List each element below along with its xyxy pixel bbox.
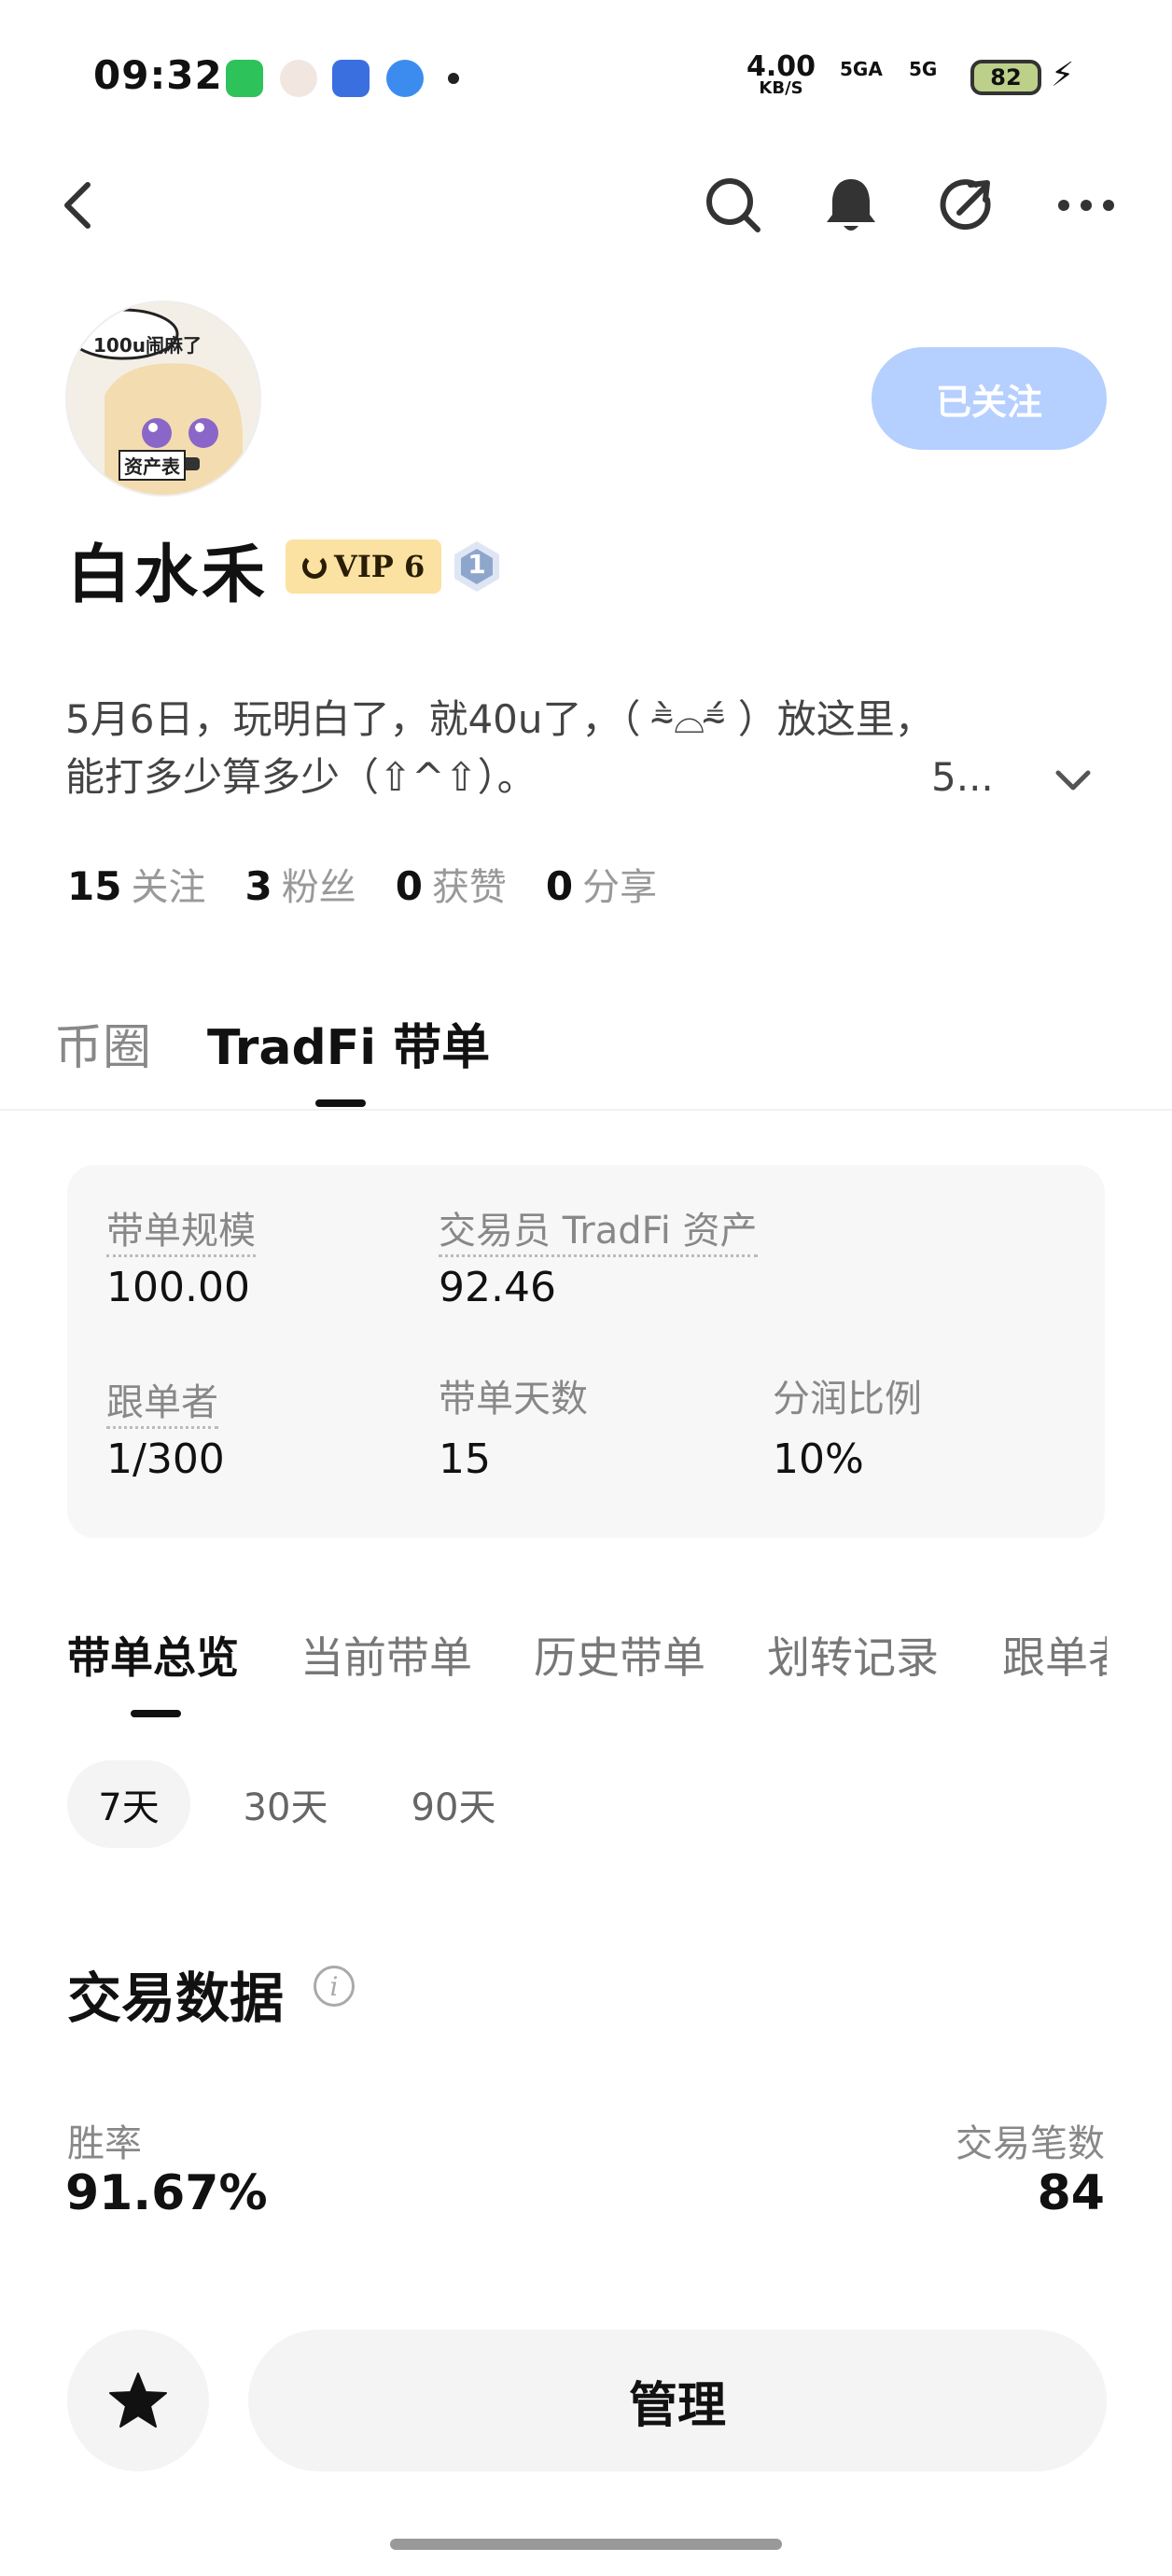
profit-share-label: 分润比例 [773,1378,922,1421]
bio-line-2: 能打多少算多少（⇧^⇧）。 5... [65,754,994,800]
divider [0,1109,1172,1111]
followers-label[interactable]: 跟单者 [106,1379,218,1429]
bio: 5月6日，玩明白了，就40u了，（ ⁼̴̀⌓⁼̴́ ）放这里， 能打多少算多少（… [65,691,1073,806]
win-rate-label: 胜率 [67,2122,142,2165]
vip-badge[interactable]: VIP 6 [286,539,442,594]
username: 白水禾 [67,539,270,612]
avatar[interactable]: 100u闹麻了 资产表 [65,301,261,497]
period-30d[interactable]: 30天 [220,1760,351,1848]
favorite-button[interactable] [67,2330,209,2471]
avatar-caption: 100u闹麻了 [93,334,202,357]
section-title: 交易数据 [67,1967,285,2030]
period-90d[interactable]: 90天 [388,1760,519,1848]
tab-indicator [315,1099,366,1107]
wechat-icon [226,60,263,97]
share-icon[interactable] [939,175,998,235]
search-icon[interactable] [704,175,763,235]
stat-likes[interactable]: 0 获赞 [396,857,507,911]
stat-followers[interactable]: 3 粉丝 [244,857,356,911]
avatar-sign: 资产表 [119,450,186,481]
app-notification-icon [332,60,370,97]
win-rate-value: 91.67% [65,2165,268,2221]
subtab-history[interactable]: 历史带单 [534,1624,705,1686]
assets-label[interactable]: 交易员 TradFi 资产 [439,1208,758,1257]
more-icon[interactable] [1056,175,1116,235]
stat-following[interactable]: 15 关注 [67,857,205,911]
subtab-overview[interactable]: 带单总览 [67,1624,239,1686]
days-value: 15 [439,1435,491,1483]
info-icon[interactable]: i [314,1966,355,2007]
summary-card: 带单规模 100.00 交易员 TradFi 资产 92.46 跟单者 1/30… [67,1165,1105,1538]
browser-app-icon [386,60,424,97]
bell-icon[interactable] [821,175,881,235]
network-speed: 4.00 KB/S [746,50,816,98]
tab-crypto[interactable]: 币圈 [54,1008,151,1078]
vip-label: VIP 6 [334,549,426,584]
bio-line-1: 5月6日，玩明白了，就40u了，（ ⁼̴̀⌓⁼̴́ ）放这里， [65,696,934,742]
charging-icon: ⚡ [1051,56,1075,94]
period-7d[interactable]: 7天 [67,1760,190,1848]
trades-label: 交易笔数 [956,2122,1105,2165]
status-time: 09:32 [93,52,223,98]
chevron-down-icon[interactable] [1054,769,1092,797]
star-icon [109,2373,167,2428]
subtab-transfers[interactable]: 划转记录 [767,1624,939,1686]
stat-shares[interactable]: 0 分享 [546,857,657,911]
days-label: 带单天数 [439,1378,588,1421]
follow-button[interactable]: 已关注 [872,347,1107,450]
assets-value: 92.46 [439,1264,556,1311]
profile-stats: 15 关注 3 粉丝 0 获赞 0 分享 [67,857,696,911]
profile-app-icon [280,60,317,97]
vip-logo-icon [302,554,327,579]
subtab-current[interactable]: 当前带单 [300,1624,472,1686]
subtab-indicator [131,1710,181,1717]
level-number: 1 [467,549,486,580]
subtab-followers[interactable]: 跟单者 [1002,1624,1107,1686]
followers-value: 1/300 [106,1435,225,1483]
home-indicator[interactable] [390,2539,782,2550]
signal-5g-icon: 5G [909,58,938,80]
trades-value: 84 [1037,2165,1105,2221]
battery-icon: 82 [970,60,1041,95]
tab-tradfi[interactable]: TradFi 带单 [207,1008,490,1078]
profit-share-value: 10% [773,1435,864,1483]
scale-value: 100.00 [106,1264,250,1311]
manage-button[interactable]: 管理 [248,2330,1107,2471]
signal-5ga-icon: 5GA [840,58,883,80]
level-badge[interactable]: 1 [452,539,502,594]
back-icon[interactable] [49,175,108,235]
more-notifications-dot [448,73,459,84]
scale-label[interactable]: 带单规模 [106,1208,256,1257]
